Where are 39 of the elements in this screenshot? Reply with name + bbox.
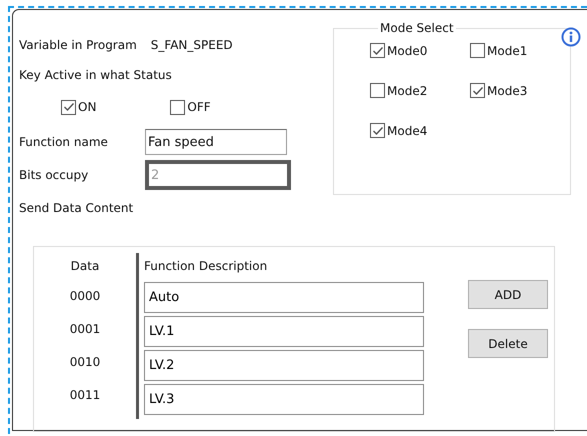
checkbox-label[interactable]: Mode2 xyxy=(387,84,428,98)
checkbox-label[interactable]: Mode4 xyxy=(387,124,428,138)
variable-label: Variable in Program xyxy=(19,38,137,52)
checkbox[interactable] xyxy=(370,123,385,138)
checkbox-label[interactable]: Mode3 xyxy=(487,84,528,98)
check-icon xyxy=(372,44,384,56)
checkbox[interactable] xyxy=(370,83,385,98)
checkbox-label[interactable]: Mode0 xyxy=(387,44,428,58)
check-icon xyxy=(472,84,484,96)
info-icon[interactable] xyxy=(561,27,581,47)
checkbox-label[interactable]: Mode1 xyxy=(487,44,528,58)
data-cell-text: 0000 xyxy=(70,288,100,304)
check-icon xyxy=(62,101,74,113)
checkbox[interactable] xyxy=(61,100,76,114)
data-cell-text: 0001 xyxy=(70,320,100,338)
variable-value: S_FAN_SPEED xyxy=(150,38,233,52)
data-cell-text: 0010 xyxy=(70,354,100,370)
add-button[interactable]: ADD xyxy=(468,280,548,309)
checkbox[interactable] xyxy=(370,43,385,58)
description-field[interactable]: LV.3 xyxy=(144,384,424,415)
checkbox-label[interactable]: ON xyxy=(78,100,96,114)
delete-button[interactable]: Delete xyxy=(468,329,548,358)
data-cell-text: 0011 xyxy=(70,386,100,404)
bits-occupy-label: Bits occupy xyxy=(19,168,90,182)
check-icon xyxy=(372,124,384,136)
checkbox[interactable] xyxy=(470,83,485,98)
description-field[interactable]: Auto xyxy=(144,282,424,313)
checkbox[interactable] xyxy=(170,100,186,114)
checkbox[interactable] xyxy=(470,43,485,58)
description-field[interactable]: LV.1 xyxy=(144,316,424,347)
function-name-label: Function name xyxy=(19,135,109,149)
description-field[interactable]: LV.2 xyxy=(144,350,424,381)
column-header: Data xyxy=(70,258,100,275)
function-name-field[interactable]: Fan speed xyxy=(145,129,287,155)
column-header: Function Description xyxy=(144,258,268,275)
mode-select-title: Mode Select xyxy=(379,21,455,35)
checkbox-label[interactable]: OFF xyxy=(187,100,211,114)
key-active-label: Key Active in what Status xyxy=(19,68,172,82)
send-data-label: Send Data Content xyxy=(19,201,134,215)
